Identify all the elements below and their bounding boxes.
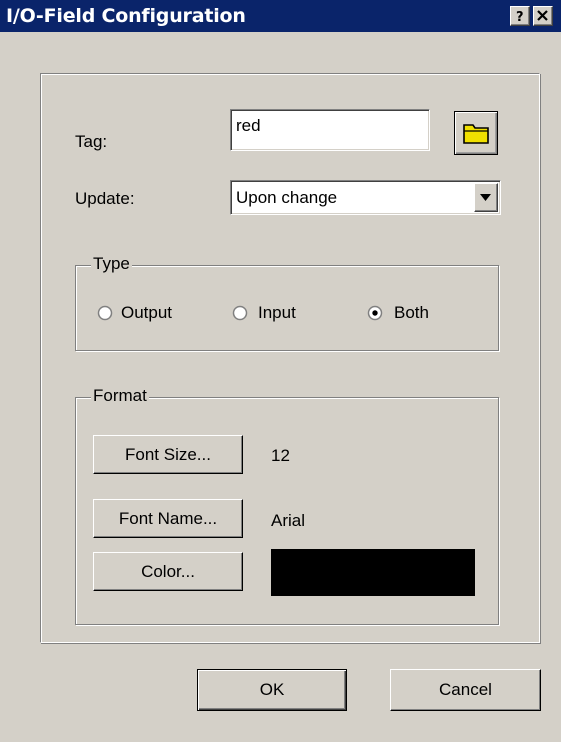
dialog-window: I/O-Field Configuration ? Tag: red Updat…: [0, 0, 561, 742]
color-button[interactable]: Color...: [93, 552, 243, 591]
cancel-button-label: Cancel: [439, 680, 492, 699]
settings-panel: Tag: red Update: Upon change Type Output…: [40, 73, 540, 643]
font-name-button[interactable]: Font Name...: [93, 499, 243, 538]
cancel-button[interactable]: Cancel: [390, 669, 541, 711]
update-label: Update:: [75, 189, 135, 208]
help-button[interactable]: ?: [510, 6, 530, 26]
svg-text:?: ?: [516, 10, 524, 23]
ok-button-label: OK: [259, 680, 285, 699]
format-legend: Format: [91, 386, 149, 406]
tag-input[interactable]: red: [230, 109, 430, 151]
font-size-button-label: Font Size...: [125, 445, 211, 464]
window-title: I/O-Field Configuration: [6, 5, 246, 27]
input-label: Input: [258, 303, 296, 322]
format-group: Format Font Size... 12 Font Name... Aria…: [75, 386, 499, 625]
type-legend: Type: [91, 254, 132, 274]
tag-value: red: [236, 116, 261, 135]
ok-button[interactable]: OK: [197, 669, 347, 711]
color-swatch[interactable]: [271, 549, 475, 596]
update-dropdown-button[interactable]: [474, 183, 498, 212]
update-select[interactable]: Upon change: [230, 180, 501, 215]
close-button[interactable]: [533, 6, 553, 26]
font-size-button[interactable]: Font Size...: [93, 435, 243, 474]
type-group: Type Output Input Both: [75, 254, 499, 351]
folder-icon: [463, 124, 489, 144]
output-radio[interactable]: [97, 305, 113, 321]
output-label: Output: [121, 303, 173, 322]
chevron-down-icon: [480, 194, 491, 201]
font-size-value: 12: [271, 446, 290, 465]
color-button-label: Color...: [141, 562, 195, 581]
browse-tag-button[interactable]: [454, 111, 498, 155]
close-icon: [537, 10, 548, 21]
both-radio[interactable]: [367, 305, 383, 321]
input-radio[interactable]: [232, 305, 248, 321]
font-name-button-label: Font Name...: [118, 509, 218, 528]
font-name-value: Arial: [271, 511, 306, 530]
update-value: Upon change: [236, 188, 338, 207]
title-bar[interactable]: I/O-Field Configuration ?: [0, 0, 561, 32]
tag-label: Tag:: [75, 132, 108, 151]
both-label: Both: [394, 303, 429, 322]
help-icon: ?: [516, 10, 524, 23]
